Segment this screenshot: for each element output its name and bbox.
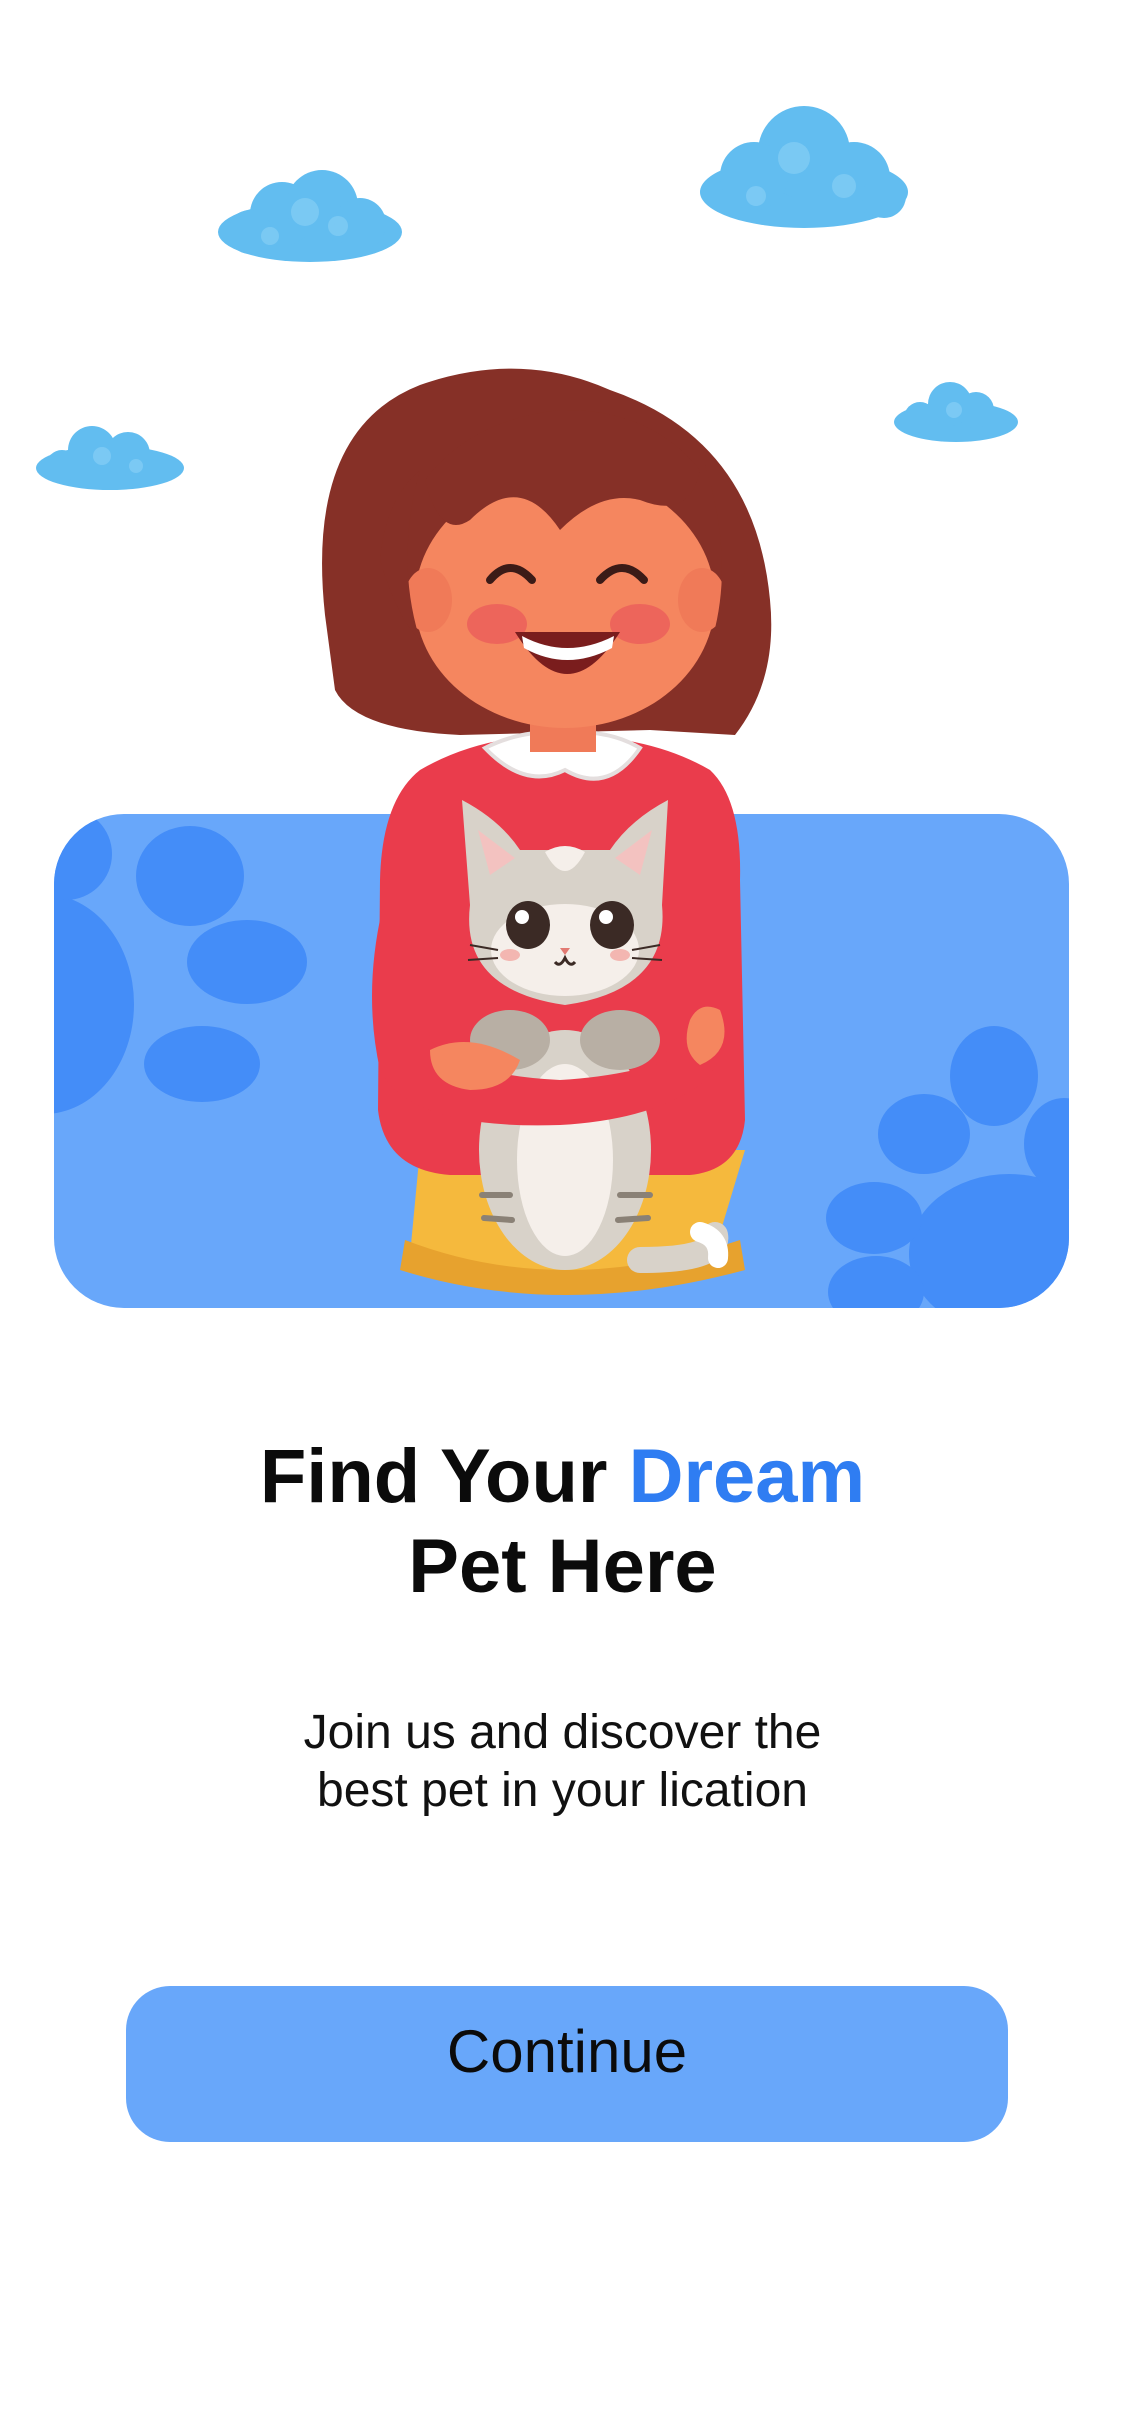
title-text: Find Your (259, 1434, 629, 1519)
title-accent-text: Dream (628, 1434, 866, 1519)
title-line2-text: Pet Here (408, 1524, 717, 1609)
subtitle-line2: best pet in your lication (317, 1764, 808, 1817)
girl-holding-cat-icon (322, 368, 772, 1295)
page-subtitle: Join us and discover the best pet in your… (0, 1704, 1125, 1820)
page-title: Find Your Dream Pet Here (0, 1432, 1125, 1612)
continue-button[interactable]: Continue (126, 1986, 1008, 2142)
subtitle-line1: Join us and discover the (303, 1706, 822, 1759)
